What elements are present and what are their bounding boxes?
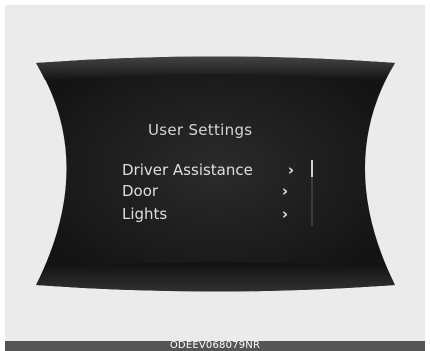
scrollbar-thumb[interactable]	[311, 160, 313, 177]
chevron-right-icon: ›	[287, 161, 294, 179]
menu-item-label: Lights	[122, 205, 168, 223]
figure-code-caption: ODEEV068079NR	[5, 341, 425, 351]
chevron-right-icon: ›	[281, 182, 288, 200]
screen-title: User Settings	[148, 121, 253, 139]
menu-item-label: Door	[122, 182, 159, 200]
menu-item-lights[interactable]: Lights ›	[122, 203, 298, 225]
menu-item-driver-assistance[interactable]: Driver Assistance ›	[122, 159, 298, 181]
menu-item-label: Driver Assistance	[122, 161, 253, 179]
menu-scrollbar[interactable]	[311, 160, 313, 226]
chevron-right-icon: ›	[281, 205, 288, 223]
menu-item-door[interactable]: Door ›	[122, 180, 298, 202]
